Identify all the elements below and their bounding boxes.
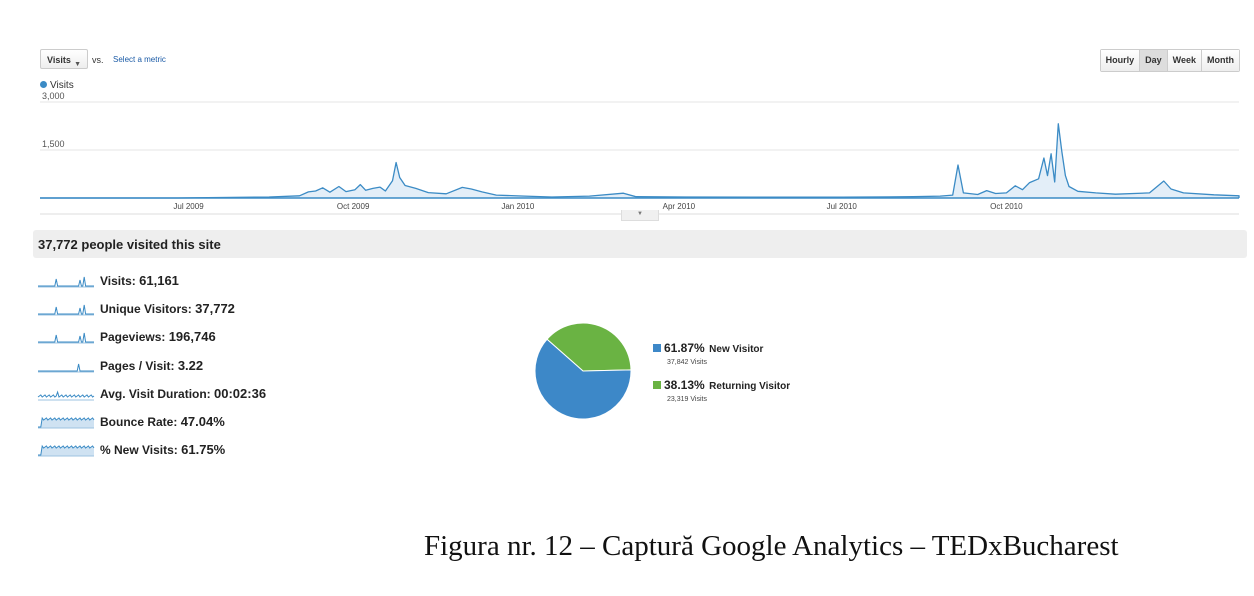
summary-metric-row[interactable]: Visits: 61,161 xyxy=(37,270,437,292)
summary-metric-row[interactable]: Pageviews: 196,746 xyxy=(37,326,437,348)
summary-metric-row[interactable]: Unique Visitors: 37,772 xyxy=(37,298,437,320)
metric-value: 37,772 xyxy=(195,301,235,317)
summary-metric-row[interactable]: Pages / Visit: 3.22 xyxy=(37,355,437,377)
x-tick-label: Jan 2010 xyxy=(501,202,534,211)
chart-resize-handle[interactable]: ▼ xyxy=(621,210,659,221)
metric-label: Bounce Rate: 47.04% xyxy=(100,414,225,429)
vs-label: vs. xyxy=(92,55,104,65)
metric-value: 61,161 xyxy=(139,273,179,288)
visits-line-chart: 3,000 1,500 Jul 2009 Oct 2009 Jan 2010 Apr 20… xyxy=(40,91,1240,215)
metric-label: Visits: 61,161 xyxy=(100,273,179,288)
metric-sparkline xyxy=(38,333,94,344)
metric-label: Pageviews: 196,746 xyxy=(100,329,216,345)
metric-sparkline xyxy=(38,416,95,429)
pie-legend-returning-visitor: 38.13% Returning Visitor 23,319 Visits xyxy=(653,376,790,403)
granularity-day-button[interactable]: Day xyxy=(1139,50,1167,71)
new-visitor-swatch-icon xyxy=(653,344,661,352)
summary-metric-row[interactable]: % New Visits: 61.75% xyxy=(37,439,437,461)
summary-metric-row[interactable]: Avg. Visit Duration: 00:02:36 xyxy=(37,383,437,405)
x-tick-label: Oct 2009 xyxy=(337,202,370,211)
new-visitor-visits: 37,842 Visits xyxy=(667,359,707,366)
new-visitor-label: New Visitor xyxy=(709,344,764,355)
pie-legend-new-visitor: 61.87% New Visitor 37,842 Visits xyxy=(653,339,763,366)
metric-dropdown-label: Visits xyxy=(47,55,71,65)
figure-caption: Figura nr. 12 – Captură Google Analytics… xyxy=(424,530,1119,562)
metric-value: 3.22 xyxy=(177,357,204,373)
metric-label: Unique Visitors: 37,772 xyxy=(100,301,235,317)
metric-label: Avg. Visit Duration: 00:02:36 xyxy=(100,385,267,401)
summary-metric-row[interactable]: Bounce Rate: 47.04% xyxy=(37,411,437,433)
metric-dropdown[interactable]: Visits ▼ xyxy=(40,49,88,69)
returning-visitor-swatch-icon xyxy=(653,381,661,389)
x-tick-label: Apr 2010 xyxy=(663,202,696,211)
legend-dot-icon xyxy=(40,81,47,88)
chevron-down-icon: ▼ xyxy=(637,211,643,217)
y-tick-label: 3,000 xyxy=(42,91,65,101)
returning-visitor-visits: 23,319 Visits xyxy=(667,396,707,403)
new-visitor-percent: 61.87% xyxy=(664,341,705,355)
chevron-down-icon: ▼ xyxy=(74,61,81,68)
y-tick-label: 1,500 xyxy=(42,139,65,149)
metric-sparkline xyxy=(38,444,95,457)
x-tick-label: Jul 2010 xyxy=(827,202,858,211)
x-tick-label: Jul 2009 xyxy=(173,202,204,211)
visitor-type-pie-chart xyxy=(534,322,632,420)
summary-title: 37,772 people visited this site xyxy=(38,237,221,252)
metric-value: 61.75% xyxy=(181,442,226,458)
returning-visitor-percent: 38.13% xyxy=(664,378,705,392)
metric-label: Pages / Visit: 3.22 xyxy=(100,357,204,373)
x-tick-label: Oct 2010 xyxy=(990,202,1023,211)
metric-value: 47.04% xyxy=(180,414,225,429)
granularity-toggle: Hourly Day Week Month xyxy=(1099,49,1240,72)
metric-sparkline xyxy=(37,390,95,401)
metric-value: 196,746 xyxy=(168,329,216,345)
metric-sparkline xyxy=(38,305,94,316)
granularity-week-button[interactable]: Week xyxy=(1166,50,1201,71)
metric-sparkline xyxy=(38,276,94,288)
metric-sparkline xyxy=(38,363,94,373)
metric-label: % New Visits: 61.75% xyxy=(100,442,226,458)
select-metric-link[interactable]: Select a metric xyxy=(113,55,166,64)
granularity-month-button[interactable]: Month xyxy=(1201,50,1239,71)
granularity-hourly-button[interactable]: Hourly xyxy=(1100,50,1140,71)
metric-value: 00:02:36 xyxy=(214,385,267,401)
returning-visitor-label: Returning Visitor xyxy=(709,381,791,392)
